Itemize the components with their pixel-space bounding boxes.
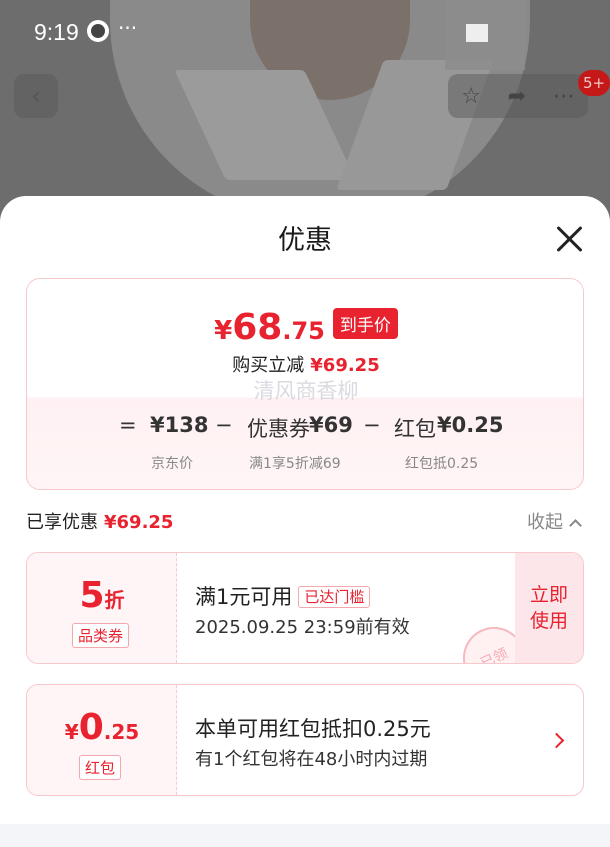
equals-sign: =: [119, 413, 137, 437]
chevron-up-icon: [569, 519, 582, 532]
enjoyed-discount: 已享优惠 ¥69.25: [26, 508, 173, 534]
final-price-tag: 到手价: [332, 308, 398, 339]
status-more-icon: ···: [118, 16, 138, 40]
share-icon[interactable]: ➦: [508, 84, 526, 109]
redpacket-type-chip: 红包: [79, 755, 122, 780]
coupon-value-number: 5: [79, 575, 105, 616]
back-button[interactable]: ‹: [14, 74, 58, 118]
redpacket-value-decimal: .25: [103, 720, 140, 744]
redpacket-value-integer: 0: [78, 707, 104, 748]
minus-sign-2: −: [363, 413, 381, 437]
nav-actions: ☆ ➦ ⋯: [448, 74, 588, 118]
close-button[interactable]: [550, 220, 590, 260]
enjoyed-label: 已享优惠: [26, 512, 98, 533]
final-price-row: ¥ 68 .75 到手价: [27, 307, 583, 348]
use-now-line2: 使用: [529, 610, 568, 632]
coupon-value-panel: 5折 品类券: [27, 553, 177, 663]
clock-icon: [87, 20, 109, 42]
redpacket-label: 红包: [394, 417, 436, 441]
coupon-condition: 满1元可用: [195, 585, 293, 609]
favorite-icon[interactable]: ☆: [461, 84, 481, 109]
use-now-button[interactable]: 立即 使用: [515, 553, 583, 663]
coupon-value: 5折: [27, 575, 177, 616]
redpacket-value: ¥0.25: [27, 707, 177, 748]
final-price-currency: ¥: [214, 316, 233, 346]
coupon-sub: 满1享5折减69: [249, 456, 341, 472]
base-price: ¥138: [150, 413, 209, 437]
reduce-amount: ¥69.25: [310, 355, 380, 376]
base-price-sub: 京东价: [151, 456, 193, 472]
enjoyed-amount: ¥69.25: [104, 512, 174, 533]
bottom-strip: [0, 824, 610, 847]
redpacket-sub: 红包抵0.25: [405, 456, 479, 472]
collapse-toggle[interactable]: 收起: [527, 508, 582, 534]
redpacket-amount: ¥0.25: [437, 413, 504, 437]
coupon-card: 5折 品类券 满1元可用 已达门槛 2025.09.25 23:59前有效 已领 …: [26, 552, 584, 664]
minus-sign-1: −: [215, 413, 233, 437]
status-indicator-icon: [466, 24, 488, 42]
coupon-condition-row: 满1元可用 已达门槛: [195, 581, 371, 611]
chevron-right-icon: [548, 732, 565, 749]
reach-threshold-tag: 已达门槛: [298, 586, 371, 608]
redpacket-value-currency: ¥: [64, 720, 79, 744]
status-bar: 9:19 ···: [0, 0, 610, 62]
sheet-title: 优惠: [278, 225, 332, 256]
final-price-decimal: .75: [282, 317, 325, 345]
collapse-label: 收起: [527, 512, 563, 533]
back-icon: ‹: [31, 82, 41, 110]
status-time: 9:19: [34, 19, 79, 45]
coupon-value-unit: 折: [104, 588, 125, 612]
coupon-amount: ¥69: [309, 413, 353, 437]
redpacket-line1: 本单可用红包抵扣0.25元: [195, 717, 431, 741]
use-now-line1: 立即: [529, 584, 568, 606]
cart-badge: 5+: [578, 70, 610, 96]
coupon-label: 优惠券: [247, 417, 310, 441]
more-icon[interactable]: ⋯: [553, 84, 575, 109]
coupon-expiry: 2025.09.25 23:59前有效: [195, 617, 410, 638]
coupon-type-chip: 品类券: [72, 623, 130, 648]
discount-sheet: 优惠 ¥ 68 .75 到手价 购买立减 ¥69.25 清风商香柳 = ¥138 …: [0, 196, 610, 847]
price-summary-card: ¥ 68 .75 到手价 购买立减 ¥69.25 清风商香柳 = ¥138 − 优…: [26, 278, 584, 490]
redpacket-card[interactable]: ¥0.25 红包 本单可用红包抵扣0.25元 有1个红包将在48小时内过期: [26, 684, 584, 796]
watermark: 清风商香柳: [253, 379, 359, 403]
final-price-integer: 68: [232, 307, 283, 348]
redpacket-line2: 有1个红包将在48小时内过期: [195, 749, 428, 770]
price-formula: = ¥138 − 优惠券 ¥69 − 红包 ¥0.25: [27, 413, 583, 443]
reduce-row: 购买立减 ¥69.25: [27, 351, 583, 377]
redpacket-value-panel: ¥0.25 红包: [27, 685, 177, 795]
reduce-label: 购买立减: [232, 355, 305, 376]
